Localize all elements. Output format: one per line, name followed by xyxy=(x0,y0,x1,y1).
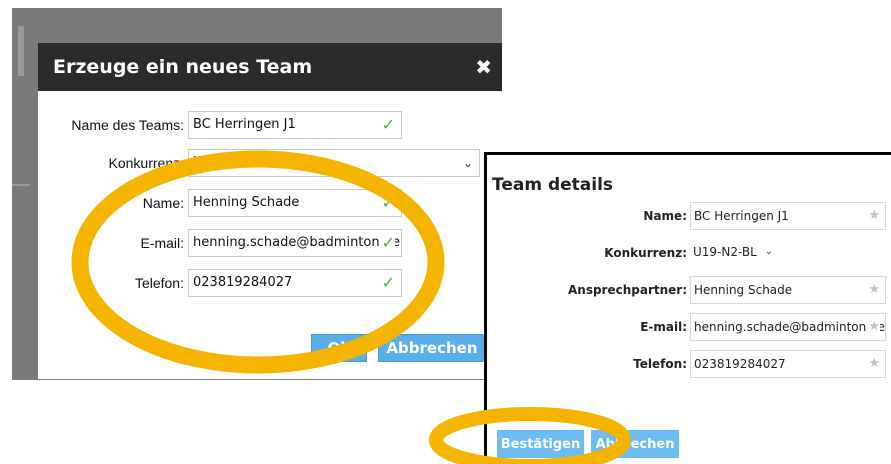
detail-name: Name: BC Herringen J1 ★ xyxy=(487,202,887,230)
competition-select[interactable]: U19-N2-BL ⌄ xyxy=(690,239,778,267)
input-value: BC Herringen J1 xyxy=(193,117,296,132)
team-name-input[interactable]: BC Herringen J1 ★ xyxy=(690,202,886,230)
phone-input[interactable]: 023819284027 ★ xyxy=(690,350,886,378)
input-value: BC Herringen J1 xyxy=(694,209,789,223)
contact-person-input[interactable]: Henning Schade ★ xyxy=(690,276,886,304)
email-input[interactable]: henning.schade@badminton.de ★ xyxy=(690,313,886,341)
select-value: U19-N2-BL xyxy=(693,245,757,259)
check-icon: ✓ xyxy=(381,273,395,292)
email-input[interactable]: henning.schade@badminton.de ✓ xyxy=(188,229,402,257)
field-label: E-mail: xyxy=(640,320,687,334)
star-icon: ★ xyxy=(868,208,880,223)
field-contact-name: Name: Henning Schade ✓ xyxy=(38,189,502,217)
field-email: E-mail: henning.schade@badminton.de ✓ xyxy=(38,229,502,257)
input-value: 023819284027 xyxy=(694,357,786,371)
detail-competition: Konkurrenz: U19-N2-BL ⌄ xyxy=(487,239,887,267)
input-value: henning.schade@badminton.de xyxy=(694,320,886,334)
chevron-down-icon: ⌄ xyxy=(462,156,473,170)
team-details-screenshot: Team details Name: BC Herringen J1 ★ Kon… xyxy=(484,152,891,464)
star-icon: ★ xyxy=(866,314,880,340)
field-competition: Konkurrenz: U1 ⌄ xyxy=(38,149,502,177)
close-icon[interactable]: ✖ xyxy=(475,55,492,79)
create-team-screenshot: Erzeuge ein neues Team ✖ Name des Teams:… xyxy=(12,8,502,380)
phone-input[interactable]: 023819284027 ✓ xyxy=(188,269,402,297)
detail-phone: Telefon: 023819284027 ★ xyxy=(487,350,887,378)
cancel-button[interactable]: Abbrechen xyxy=(591,430,679,458)
field-label: Telefon: xyxy=(633,357,687,371)
detail-contact: Ansprechpartner: Henning Schade ★ xyxy=(487,276,887,304)
cancel-button[interactable]: Abbrechen xyxy=(378,334,486,362)
star-icon: ★ xyxy=(868,356,880,371)
competition-select[interactable]: U1 ⌄ xyxy=(188,149,480,177)
star-icon: ★ xyxy=(868,282,880,297)
chevron-down-icon: ⌄ xyxy=(764,246,773,257)
field-phone: Telefon: 023819284027 ✓ xyxy=(38,269,502,297)
create-team-dialog: Erzeuge ein neues Team ✖ Name des Teams:… xyxy=(38,43,502,379)
field-label: Ansprechpartner: xyxy=(567,283,687,297)
field-label: Telefon: xyxy=(134,275,184,291)
team-details-title: Team details xyxy=(492,175,614,195)
field-label: E-mail: xyxy=(140,235,184,251)
confirm-button[interactable]: Bestätigen xyxy=(497,430,584,458)
field-team-name: Name des Teams: BC Herringen J1 ✓ xyxy=(38,111,502,139)
dialog-title: Erzeuge ein neues Team xyxy=(53,56,313,78)
input-value: Henning Schade xyxy=(694,283,793,297)
input-value: Henning Schade xyxy=(193,195,300,210)
check-icon: ✓ xyxy=(381,193,395,212)
field-label: Konkurrenz: xyxy=(108,155,184,171)
select-value: U1 xyxy=(193,155,211,170)
field-label: Name des Teams: xyxy=(71,117,184,133)
input-value: 023819284027 xyxy=(193,275,293,290)
detail-email: E-mail: henning.schade@badminton.de ★ xyxy=(487,313,887,341)
ok-button[interactable]: Ok xyxy=(311,334,367,362)
check-icon: ✓ xyxy=(381,115,395,134)
background-ghost xyxy=(12,184,30,186)
contact-name-input[interactable]: Henning Schade ✓ xyxy=(188,189,402,217)
field-label: Name: xyxy=(643,209,687,223)
background-ghost xyxy=(18,26,24,76)
team-name-input[interactable]: BC Herringen J1 ✓ xyxy=(188,111,402,139)
dialog-header: Erzeuge ein neues Team ✖ xyxy=(38,43,502,91)
input-value: henning.schade@badminton.de xyxy=(193,235,400,250)
field-label: Name: xyxy=(142,195,184,211)
check-icon: ✓ xyxy=(379,230,395,256)
field-label: Konkurrenz: xyxy=(604,246,687,260)
